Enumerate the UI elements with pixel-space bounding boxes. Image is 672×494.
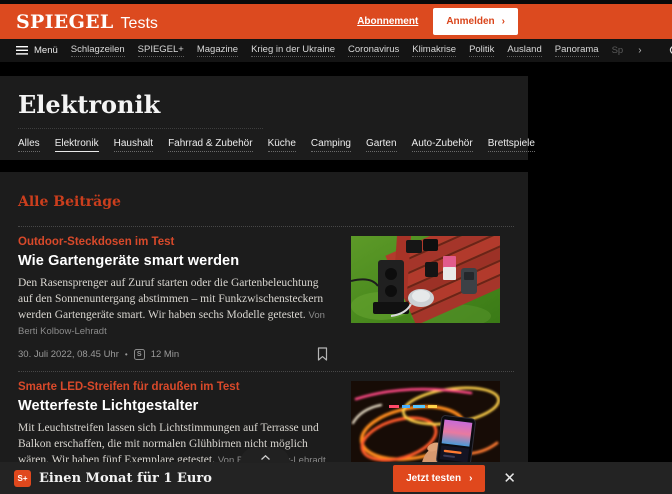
search-icon (669, 45, 672, 57)
tab-auto-zubehoer[interactable]: Auto-Zubehör (412, 138, 473, 152)
read-time: 12 Min (151, 349, 180, 360)
menu-button[interactable]: Menü (16, 45, 58, 56)
tab-brettspiele[interactable]: Brettspiele (488, 138, 535, 152)
tab-kueche[interactable]: Küche (268, 138, 296, 152)
tab-garten[interactable]: Garten (366, 138, 397, 152)
nav-item-truncated[interactable]: Sp (612, 45, 624, 57)
category-header-panel: Elektronik Alles Elektronik Haushalt Fah… (0, 76, 528, 160)
banner-offer-text: Einen Monat für 1 Euro (39, 471, 212, 486)
hamburger-icon (16, 46, 28, 55)
tab-camping[interactable]: Camping (311, 138, 351, 152)
banner-collapse-tab[interactable] (240, 447, 290, 463)
nav-item-krieg-in-der-ukraine[interactable]: Krieg in der Ukraine (251, 44, 335, 57)
logo-tests: Tests (121, 15, 158, 33)
page-title: Elektronik (18, 90, 160, 119)
site-header: SPIEGEL Tests Abonnement Anmelden › (0, 4, 672, 39)
description-text: Den Rasensprenger auf Zuruf starten oder… (18, 277, 323, 321)
article-2-thumbnail-led-strips[interactable] (351, 381, 500, 468)
article-date: 30. Juli 2022, 08.45 Uhr (18, 349, 119, 360)
nav-item-spiegel-plus[interactable]: SPIEGEL+ (138, 44, 184, 57)
nav-item-politik[interactable]: Politik (469, 44, 494, 57)
abonnement-link[interactable]: Abonnement (357, 16, 418, 27)
menu-label: Menü (34, 45, 58, 56)
logo-spiegel: SPIEGEL (16, 11, 114, 33)
article-feed: Alle Beiträge Outdoor-Steckdosen im Test… (0, 172, 528, 494)
article-kicker[interactable]: Outdoor-Steckdosen im Test (18, 236, 332, 248)
article-description: Den Rasensprenger auf Zuruf starten oder… (18, 276, 332, 339)
tab-elektronik[interactable]: Elektronik (55, 138, 99, 152)
nav-item-coronavirus[interactable]: Coronavirus (348, 44, 399, 57)
jetzt-testen-button[interactable]: Jetzt testen › (393, 465, 485, 492)
spiegel-plus-read-icon: S (134, 349, 145, 360)
chevron-right-icon: › (469, 473, 472, 484)
close-icon[interactable]: ✕ (503, 471, 516, 486)
feed-heading: Alle Beiträge (18, 194, 514, 210)
title-divider (18, 128, 263, 129)
article-item-1: Outdoor-Steckdosen im Test Wie Gartenger… (18, 226, 514, 371)
nav-item-magazine[interactable]: Magazine (197, 44, 238, 57)
cta-label: Jetzt testen (406, 473, 461, 484)
article-meta: 30. Juli 2022, 08.45 Uhr • S 12 Min (18, 347, 332, 361)
anmelden-label: Anmelden (446, 16, 494, 27)
main-navbar: Menü Schlagzeilen SPIEGEL+ Magazine Krie… (0, 39, 672, 62)
meta-separator: • (125, 350, 128, 359)
tab-haushalt[interactable]: Haushalt (114, 138, 153, 152)
search-button[interactable] (669, 45, 672, 57)
tab-fahrrad-zubehoer[interactable]: Fahrrad & Zubehör (168, 138, 253, 152)
tab-alles[interactable]: Alles (18, 138, 40, 152)
article-kicker[interactable]: Smarte LED-Streifen für draußen im Test (18, 381, 332, 393)
spiegel-tests-page: SPIEGEL Tests Abonnement Anmelden › Menü… (0, 0, 672, 494)
subscription-banner: S+ Einen Monat für 1 Euro Jetzt testen ›… (0, 462, 672, 494)
nav-item-ausland[interactable]: Ausland (507, 44, 541, 57)
chevron-up-icon (261, 455, 270, 460)
chevron-right-icon: › (502, 16, 505, 27)
article-title[interactable]: Wie Gartengeräte smart werden (18, 253, 332, 269)
bookmark-icon (317, 347, 328, 361)
article-title[interactable]: Wetterfeste Lichtgestalter (18, 398, 332, 414)
s-plus-badge: S+ (14, 470, 31, 487)
nav-item-klimakrise[interactable]: Klimakrise (412, 44, 456, 57)
bookmark-button[interactable] (317, 347, 328, 361)
nav-more-chevron-icon[interactable]: › (638, 45, 641, 56)
category-tabs: Alles Elektronik Haushalt Fahrrad & Zube… (18, 138, 535, 152)
nav-item-panorama[interactable]: Panorama (555, 44, 599, 57)
anmelden-button[interactable]: Anmelden › (433, 8, 518, 35)
nav-item-schlagzeilen[interactable]: Schlagzeilen (71, 44, 125, 57)
site-logo[interactable]: SPIEGEL Tests (16, 11, 158, 33)
article-1-thumbnail-garden-smart-plugs[interactable] (351, 236, 500, 323)
